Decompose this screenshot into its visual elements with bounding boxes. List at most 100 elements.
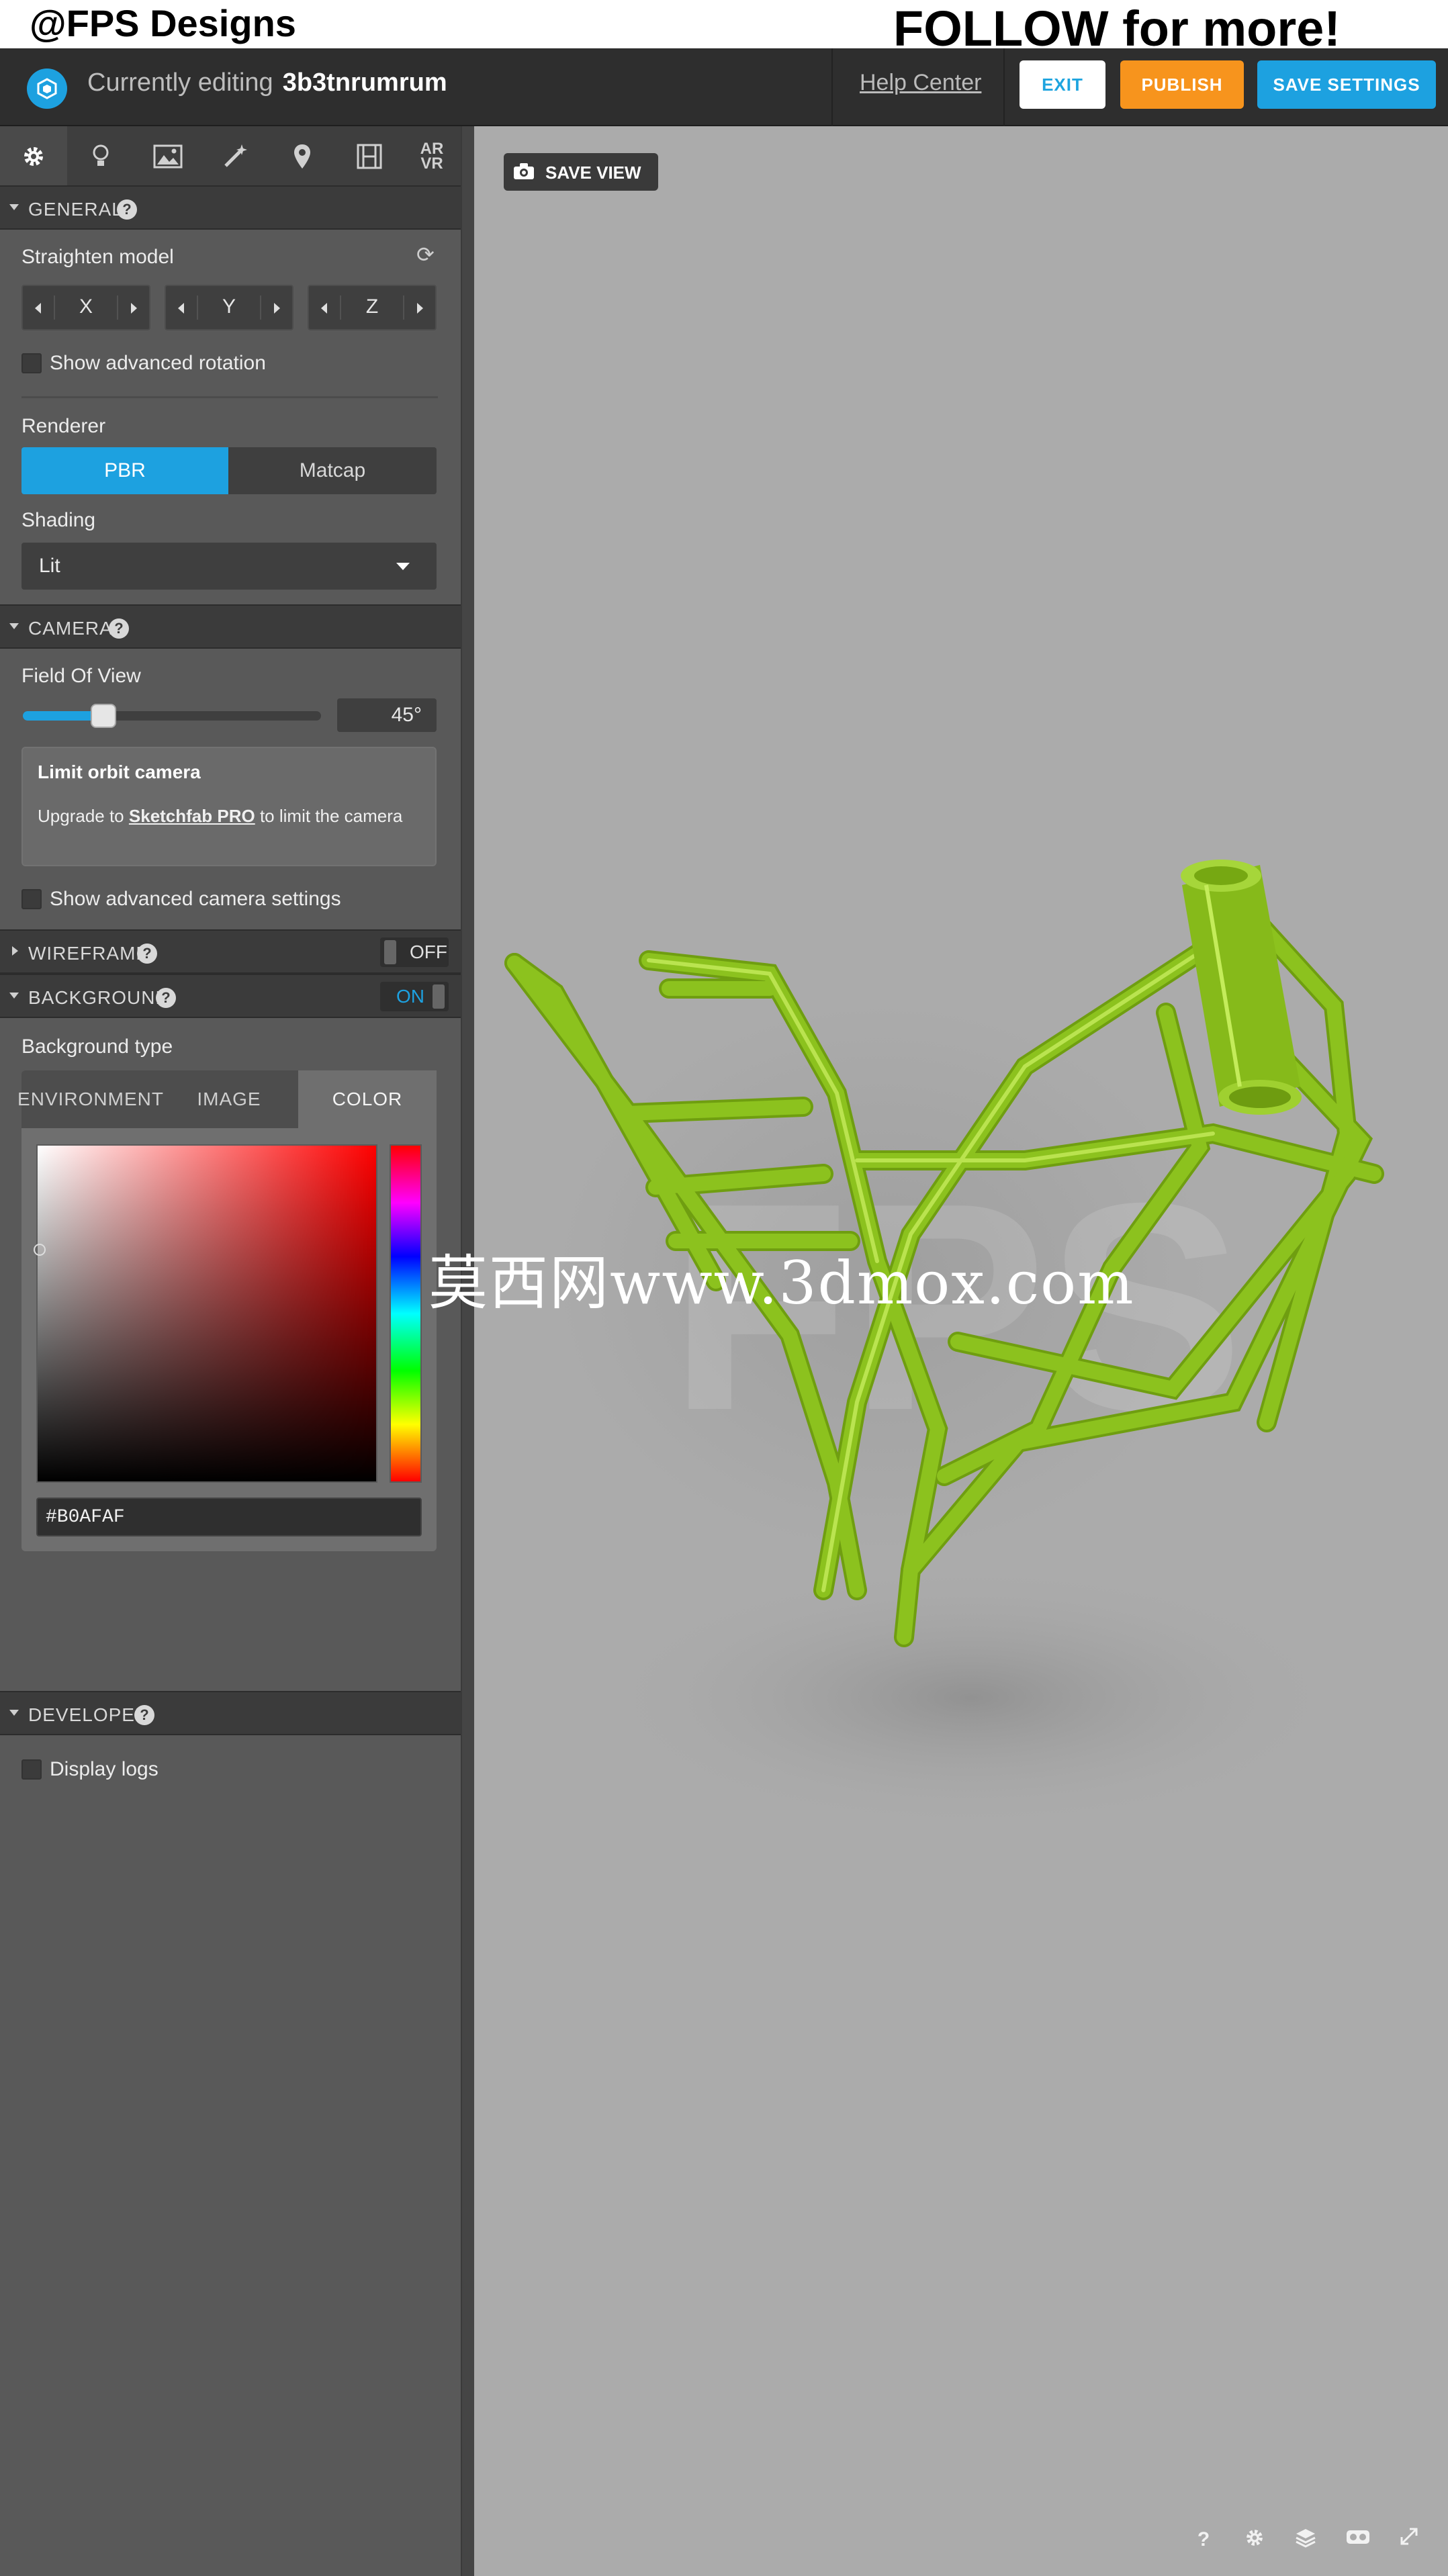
model-name: 3b3tnrumrum [282, 68, 447, 97]
editing-status: Currently editing 3b3tnrumrum [87, 68, 447, 97]
collapse-arrow-icon [9, 993, 19, 999]
renderer-label: Renderer [21, 415, 106, 437]
save-view-label: SAVE VIEW [545, 163, 641, 183]
section-divider [21, 396, 438, 398]
publish-button[interactable]: PUBLISH [1120, 60, 1244, 109]
z-axis-stepper: Z [308, 285, 437, 330]
film-icon [357, 144, 382, 169]
wireframe-state: OFF [410, 941, 447, 962]
save-settings-button[interactable]: SAVE SETTINGS [1257, 60, 1436, 109]
editing-prefix: Currently editing [87, 68, 273, 97]
advanced-rotation-checkbox[interactable] [21, 353, 42, 373]
straighten-label: Straighten model [21, 246, 174, 268]
limit-orbit-notice: Limit orbit camera Upgrade to Sketchfab … [21, 747, 437, 866]
wireframe-section-header[interactable]: WIREFRAME ? OFF [0, 929, 461, 974]
ar-vr-tab[interactable]: AR VR [403, 126, 461, 187]
shading-select[interactable]: Lit [21, 543, 437, 590]
refresh-icon[interactable]: ⟳ [416, 242, 435, 267]
caption-bar: @FPS Designs FOLLOW for more! [0, 0, 1448, 56]
toggle-knob [384, 940, 396, 964]
save-view-button[interactable]: SAVE VIEW [504, 153, 658, 191]
wireframe-title: WIREFRAME [28, 943, 150, 964]
advanced-camera-checkbox[interactable] [21, 889, 42, 909]
map-pin-icon [294, 144, 310, 169]
color-picker-panel: #B0AFAF [21, 1128, 437, 1551]
help-center-link[interactable]: Help Center [860, 70, 981, 96]
collapse-arrow-icon [9, 204, 19, 210]
background-environment-tab[interactable]: ENVIRONMENT [17, 1070, 163, 1128]
shading-label: Shading [21, 509, 96, 531]
general-section-header[interactable]: GENERAL ? [0, 185, 461, 230]
y-rotate-left-button[interactable] [166, 286, 197, 329]
help-icon[interactable]: ? [1190, 2526, 1217, 2553]
background-type-label: Background type [21, 1036, 173, 1058]
gear-icon [24, 147, 43, 166]
limit-text-prefix: Upgrade to [38, 806, 124, 826]
saturation-value-picker[interactable] [34, 1144, 377, 1483]
z-rotate-left-button[interactable] [309, 286, 340, 329]
camera-section-header[interactable]: CAMERA ? [0, 604, 461, 649]
vr-label: VR [420, 154, 443, 173]
annotations-tab[interactable] [269, 126, 336, 187]
background-type-tabs: ENVIRONMENT IMAGE COLOR [17, 1070, 437, 1128]
background-image-tab[interactable]: IMAGE [160, 1070, 298, 1128]
color-marker[interactable] [34, 1244, 46, 1256]
settings-gear-icon[interactable] [1241, 2526, 1268, 2553]
help-icon[interactable]: ? [109, 618, 129, 639]
background-section-header[interactable]: BACKGROUND ? ON [0, 974, 461, 1018]
vr-headset-icon[interactable] [1345, 2526, 1371, 2553]
help-icon[interactable]: ? [117, 199, 137, 220]
layers-icon[interactable] [1292, 2526, 1319, 2553]
sketchfab-pro-link[interactable]: Sketchfab PRO [129, 806, 255, 826]
background-title: BACKGROUND [28, 987, 170, 1008]
display-logs-label: Display logs [50, 1758, 159, 1780]
background-toggle[interactable]: ON [380, 982, 449, 1011]
developer-section-header[interactable]: DEVELOPER ? [0, 1691, 461, 1735]
exit-button[interactable]: EXIT [1020, 60, 1105, 109]
camera-title: CAMERA [28, 618, 113, 639]
help-icon[interactable]: ? [137, 944, 157, 964]
fov-slider-handle[interactable] [90, 704, 116, 728]
fullscreen-icon[interactable] [1396, 2526, 1422, 2553]
background-state: ON [396, 986, 424, 1007]
background-color-tab[interactable]: COLOR [298, 1070, 437, 1128]
sketchfab-logo-icon[interactable] [27, 68, 67, 109]
fov-label: Field Of View [21, 665, 141, 687]
ar-vr-icon: AR VR [420, 141, 444, 173]
x-axis-label: X [54, 295, 118, 320]
z-axis-label: Z [340, 295, 404, 320]
x-rotate-right-button[interactable] [118, 286, 149, 329]
camera-icon [514, 163, 534, 179]
x-axis-stepper: X [21, 285, 150, 330]
fov-value-input[interactable]: 45° [337, 698, 437, 732]
hex-color-input[interactable]: #B0AFAF [36, 1498, 422, 1536]
animation-tab[interactable] [336, 126, 403, 187]
renderer-pbr-option[interactable]: PBR [21, 447, 228, 494]
general-title: GENERAL [28, 199, 123, 220]
wireframe-toggle[interactable]: OFF [380, 937, 449, 967]
help-icon[interactable]: ? [156, 988, 176, 1008]
hue-slider[interactable] [390, 1144, 422, 1483]
y-axis-label: Y [197, 295, 261, 320]
z-rotate-right-button[interactable] [404, 286, 435, 329]
header-divider [831, 48, 833, 126]
author-caption: @FPS Designs [30, 2, 296, 44]
watermark-text: 莫西网www.3dmox.com [428, 1248, 1135, 1318]
renderer-matcap-option[interactable]: Matcap [228, 447, 437, 494]
background-tab[interactable] [134, 126, 201, 187]
shading-value: Lit [39, 555, 60, 577]
postprocess-tab[interactable] [201, 126, 269, 187]
help-icon[interactable]: ? [134, 1705, 154, 1725]
collapse-arrow-icon [9, 1710, 19, 1716]
display-logs-checkbox[interactable] [21, 1759, 42, 1780]
lighting-tab[interactable] [67, 126, 134, 187]
x-rotate-left-button[interactable] [23, 286, 54, 329]
3d-viewport[interactable]: FPS SAVE VIEW 莫西网www.3dmox.com ? [428, 126, 1448, 2576]
sidebar-scrollbar[interactable] [461, 126, 474, 2576]
scene-tab[interactable] [0, 126, 67, 187]
y-rotate-right-button[interactable] [261, 286, 292, 329]
frame-model-render: FPS [504, 860, 1384, 1832]
magic-wand-icon [224, 144, 247, 167]
limit-orbit-title: Limit orbit camera [38, 762, 201, 782]
settings-sidebar: AR VR GENERAL ? Straighten model ⟳ X Y Z… [0, 126, 461, 2576]
